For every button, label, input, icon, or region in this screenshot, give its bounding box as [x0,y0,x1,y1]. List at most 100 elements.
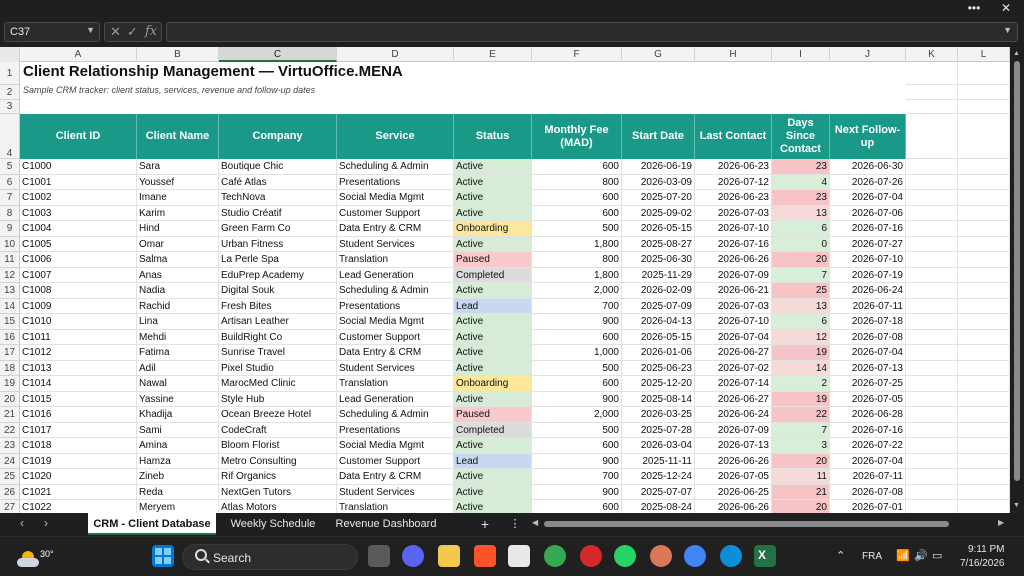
last-contact-cell[interactable]: 2026-07-12 [695,174,772,190]
service-cell[interactable]: Customer Support [337,453,454,469]
scroll-up-icon[interactable]: ▲ [1013,50,1020,57]
company-cell[interactable]: NextGen Tutors [219,484,337,500]
company-cell[interactable]: Ocean Breeze Hotel [219,407,337,423]
monthly-fee-cell[interactable]: 500 [532,221,622,237]
client-id-cell[interactable]: C1002 [20,190,137,206]
client-name-cell[interactable]: Fatima [137,345,219,361]
client-id-cell[interactable]: C1022 [20,500,137,513]
column-header-k[interactable]: K [906,47,958,62]
next-follow-up-cell[interactable]: 2026-07-25 [830,376,906,392]
chrome-icon[interactable] [544,545,566,567]
start-date-cell[interactable]: 2026-05-15 [622,221,695,237]
status-cell[interactable]: Active [454,236,532,252]
row-header-14[interactable]: 14 [0,298,20,314]
brave-icon[interactable] [474,545,496,567]
empty-cell[interactable] [906,438,958,454]
empty-cell[interactable] [958,205,1010,221]
empty-cell[interactable] [958,114,1010,159]
company-cell[interactable]: Metro Consulting [219,453,337,469]
chrome-profile-icon[interactable] [684,545,706,567]
service-cell[interactable]: Translation [337,252,454,268]
service-cell[interactable]: Translation [337,500,454,513]
empty-cell[interactable] [906,407,958,423]
next-follow-up-cell[interactable]: 2026-07-11 [830,469,906,485]
client-id-cell[interactable]: C1000 [20,159,137,175]
client-name-cell[interactable]: Nadia [137,283,219,299]
start-date-cell[interactable]: 2025-08-24 [622,500,695,513]
monthly-fee-cell[interactable]: 600 [532,376,622,392]
weather-widget[interactable]: 30° [14,543,54,571]
row-header-13[interactable]: 13 [0,283,20,299]
last-contact-cell[interactable]: 2026-06-21 [695,283,772,299]
empty-cell[interactable] [906,62,958,85]
empty-cell[interactable] [906,329,958,345]
clock-date[interactable]: 7/16/2026 [960,558,1005,569]
company-cell[interactable]: BuildRight Co [219,329,337,345]
company-cell[interactable]: Sunrise Travel [219,345,337,361]
days-since-contact-cell[interactable]: 0 [772,236,830,252]
service-cell[interactable]: Scheduling & Admin [337,159,454,175]
last-contact-cell[interactable]: 2026-06-27 [695,345,772,361]
days-since-contact-cell[interactable]: 4 [772,174,830,190]
client-name-cell[interactable]: Karim [137,205,219,221]
client-name-cell[interactable]: Reda [137,484,219,500]
row-header-22[interactable]: 22 [0,422,20,438]
next-follow-up-cell[interactable]: 2026-07-04 [830,190,906,206]
empty-cell[interactable] [906,236,958,252]
client-id-cell[interactable]: C1016 [20,407,137,423]
start-date-cell[interactable]: 2026-06-19 [622,159,695,175]
empty-cell[interactable] [906,422,958,438]
start-date-cell[interactable]: 2025-07-07 [622,484,695,500]
opera-icon[interactable] [580,545,602,567]
last-contact-cell[interactable]: 2026-06-26 [695,453,772,469]
company-cell[interactable]: TechNova [219,190,337,206]
next-follow-up-cell[interactable]: 2026-07-11 [830,298,906,314]
monthly-fee-cell[interactable]: 500 [532,360,622,376]
start-date-cell[interactable]: 2026-03-25 [622,407,695,423]
last-contact-cell[interactable]: 2026-06-24 [695,407,772,423]
column-header-j[interactable]: J [830,47,906,62]
row-header-25[interactable]: 25 [0,469,20,485]
row-header-16[interactable]: 16 [0,329,20,345]
status-cell[interactable]: Onboarding [454,376,532,392]
client-id-cell[interactable]: C1011 [20,329,137,345]
row-header-24[interactable]: 24 [0,453,20,469]
client-id-cell[interactable]: C1012 [20,345,137,361]
client-id-cell[interactable]: C1013 [20,360,137,376]
empty-cell[interactable] [906,453,958,469]
monthly-fee-cell[interactable]: 600 [532,329,622,345]
service-cell[interactable]: Scheduling & Admin [337,407,454,423]
insert-function-icon[interactable]: fx [145,24,157,39]
days-since-contact-cell[interactable]: 25 [772,283,830,299]
start-date-cell[interactable]: 2026-05-15 [622,329,695,345]
empty-cell[interactable] [958,453,1010,469]
status-cell[interactable]: Paused [454,407,532,423]
row-header-26[interactable]: 26 [0,484,20,500]
task-view-icon[interactable] [368,545,390,567]
status-cell[interactable]: Paused [454,252,532,268]
next-follow-up-cell[interactable]: 2026-07-01 [830,500,906,513]
row-header-2[interactable]: 2 [0,85,20,100]
client-id-cell[interactable]: C1009 [20,298,137,314]
status-cell[interactable]: Onboarding [454,221,532,237]
microsoft-store-icon[interactable] [508,545,530,567]
days-since-contact-cell[interactable]: 20 [772,453,830,469]
header-cell[interactable]: Last Contact [695,114,772,159]
status-cell[interactable]: Active [454,190,532,206]
days-since-contact-cell[interactable]: 19 [772,391,830,407]
company-cell[interactable]: Green Farm Co [219,221,337,237]
client-name-cell[interactable]: Yassine [137,391,219,407]
empty-cell[interactable] [958,500,1010,513]
service-cell[interactable]: Social Media Mgmt [337,190,454,206]
start-date-cell[interactable]: 2025-08-27 [622,236,695,252]
last-contact-cell[interactable]: 2026-07-09 [695,422,772,438]
monthly-fee-cell[interactable]: 900 [532,391,622,407]
monthly-fee-cell[interactable]: 600 [532,500,622,513]
column-header-e[interactable]: E [454,47,532,62]
next-follow-up-cell[interactable]: 2026-07-16 [830,221,906,237]
battery-icon[interactable]: ▭ [932,549,942,562]
empty-cell[interactable] [906,174,958,190]
row-header-5[interactable]: 5 [0,159,20,175]
add-sheet-button[interactable]: + [476,513,494,535]
client-name-cell[interactable]: Sara [137,159,219,175]
